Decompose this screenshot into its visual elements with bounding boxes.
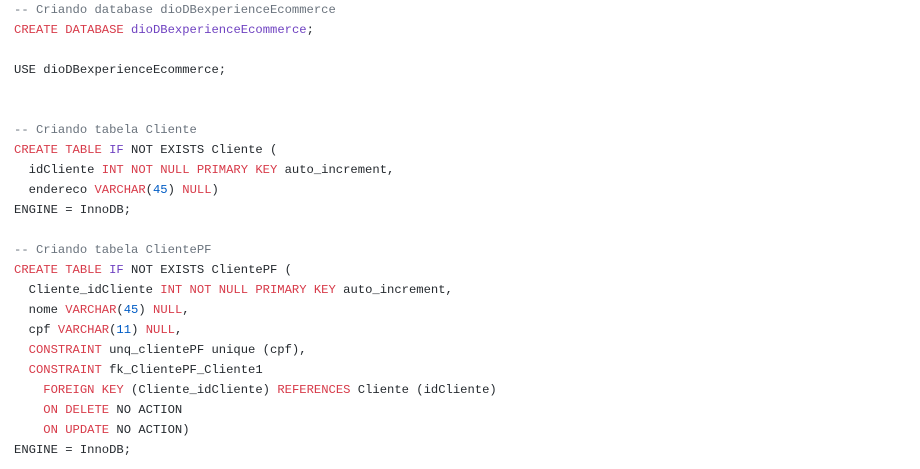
code-token-plain: Cliente_idCliente — [14, 283, 161, 297]
code-token-name: IF — [109, 263, 124, 277]
code-token-plain: ENGINE = InnoDB; — [14, 203, 132, 217]
code-token-plain: ; — [306, 23, 314, 37]
code-token-plain: (Cliente_idCliente) — [123, 383, 278, 397]
code-token-plain: ) — [131, 323, 146, 337]
code-token-plain: , — [182, 303, 190, 317]
code-token-plain: fk_ClientePF_Cliente1 — [101, 363, 263, 377]
code-token-keyword: REFERENCES — [277, 383, 351, 397]
code-token-comment: -- Criando tabela Cliente — [14, 123, 197, 137]
code-token-keyword: NULL — [145, 323, 175, 337]
code-token-plain: USE dioDBexperienceEcommerce; — [14, 63, 227, 77]
code-line: ENGINE = InnoDB; — [14, 440, 920, 460]
code-line: ​ — [14, 80, 920, 100]
code-token-plain: NO ACTION) — [109, 423, 190, 437]
code-token-plain: ) — [167, 183, 183, 197]
code-line: CREATE DATABASE dioDBexperienceEcommerce… — [14, 20, 920, 40]
code-token-plain: ) — [138, 303, 154, 317]
code-token-plain: , — [174, 323, 183, 337]
code-token-keyword: VARCHAR — [94, 183, 146, 197]
code-token-keyword: ON UPDATE — [43, 423, 110, 437]
code-token-keyword: FOREIGN KEY — [43, 383, 124, 397]
code-token-plain: auto_increment, — [277, 163, 395, 177]
code-token-number: 45 — [152, 183, 168, 197]
code-token-plain: unq_clientePF unique (cpf), — [101, 343, 307, 357]
code-line: -- Criando tabela ClientePF — [14, 240, 920, 260]
code-token-plain: nome — [14, 303, 66, 317]
code-token-comment: -- Criando database dioDBexperienceEcomm… — [14, 3, 336, 17]
code-token-keyword: CREATE TABLE — [14, 143, 102, 157]
code-line: CONSTRAINT fk_ClientePF_Cliente1 — [14, 360, 920, 380]
code-line: ON DELETE NO ACTION — [14, 400, 920, 420]
code-line: ​ — [14, 220, 920, 240]
code-token-keyword: VARCHAR — [65, 303, 117, 317]
code-token-keyword: VARCHAR — [57, 323, 110, 337]
code-line: CREATE TABLE IF NOT EXISTS Cliente ( — [14, 140, 920, 160]
code-token-keyword: CONSTRAINT — [28, 343, 102, 357]
code-line: idCliente INT NOT NULL PRIMARY KEY auto_… — [14, 160, 920, 180]
code-token-keyword: CREATE DATABASE — [14, 23, 124, 37]
code-token-keyword: INT NOT NULL PRIMARY KEY — [160, 283, 336, 297]
code-token-plain: ) — [211, 183, 219, 197]
code-token-keyword: NULL — [182, 183, 212, 197]
code-line: CREATE TABLE IF NOT EXISTS ClientePF ( — [14, 260, 920, 280]
code-token-number: 45 — [123, 303, 139, 317]
code-token-plain: ( — [145, 183, 153, 197]
code-line: -- Criando database dioDBexperienceEcomm… — [14, 0, 920, 20]
code-line: FOREIGN KEY (Cliente_idCliente) REFERENC… — [14, 380, 920, 400]
code-line: -- Criando tabela Cliente — [14, 120, 920, 140]
code-token-comment: -- Criando tabela ClientePF — [14, 243, 212, 257]
code-line: cpf VARCHAR(11) NULL, — [14, 320, 920, 340]
sql-code-block: -- Criando database dioDBexperienceEcomm… — [14, 0, 920, 460]
code-token-keyword: NULL — [153, 303, 183, 317]
code-token-keyword: INT NOT NULL PRIMARY KEY — [101, 163, 278, 177]
code-line: endereco VARCHAR(45) NULL) — [14, 180, 920, 200]
code-view: -- Criando database dioDBexperienceEcomm… — [0, 0, 920, 469]
code-line: CONSTRAINT unq_clientePF unique (cpf), — [14, 340, 920, 360]
code-line: nome VARCHAR(45) NULL, — [14, 300, 920, 320]
code-token-plain: idCliente — [14, 163, 102, 177]
code-token-name: IF — [109, 143, 124, 157]
code-line: ENGINE = InnoDB; — [14, 200, 920, 220]
code-line: ​ — [14, 40, 920, 60]
code-token-plain: NO ACTION — [109, 403, 183, 417]
code-token-plain: auto_increment, — [335, 283, 453, 297]
code-line: USE dioDBexperienceEcommerce; — [14, 60, 920, 80]
code-line: ON UPDATE NO ACTION) — [14, 420, 920, 440]
code-token-number: 11 — [116, 323, 132, 337]
code-token-plain: ( — [116, 303, 124, 317]
code-line: Cliente_idCliente INT NOT NULL PRIMARY K… — [14, 280, 920, 300]
code-token-plain: ENGINE = InnoDB; — [14, 443, 132, 457]
code-token-keyword: CONSTRAINT — [28, 363, 102, 377]
code-token-keyword: CREATE TABLE — [14, 263, 102, 277]
code-token-plain: Cliente (idCliente) — [350, 383, 497, 397]
code-token-keyword: ON DELETE — [43, 403, 110, 417]
code-token-plain: NOT EXISTS Cliente ( — [123, 143, 278, 157]
code-token-name: dioDBexperienceEcommerce — [131, 23, 307, 37]
code-line: ​ — [14, 100, 920, 120]
code-token-plain: endereco — [14, 183, 95, 197]
code-token-plain: cpf — [14, 323, 58, 337]
code-token-plain: NOT EXISTS ClientePF ( — [123, 263, 292, 277]
